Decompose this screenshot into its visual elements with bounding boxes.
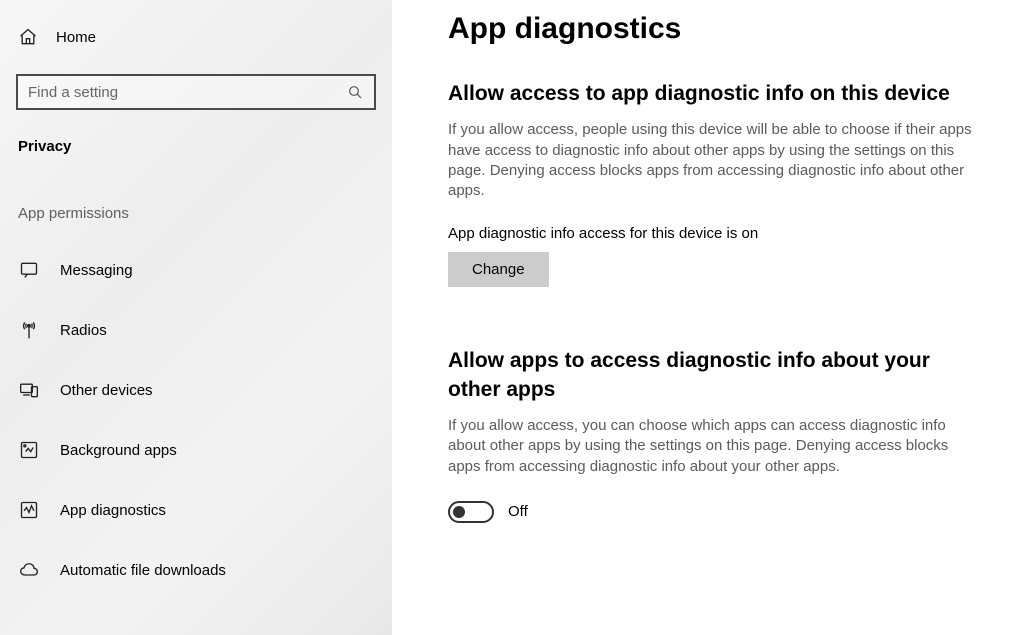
main-content: App diagnostics Allow access to app diag… [392, 0, 1014, 635]
sidebar-item-label: Radios [60, 322, 107, 339]
cloud-download-icon [18, 559, 40, 581]
sidebar-item-label: Automatic file downloads [60, 562, 226, 579]
home-icon [18, 27, 38, 47]
sidebar-item-label: Background apps [60, 442, 177, 459]
background-apps-icon [18, 439, 40, 461]
search-icon [346, 83, 364, 101]
toggle-knob [453, 506, 465, 518]
section1-desc: If you allow access, people using this d… [448, 120, 974, 201]
sidebar-item-other-devices[interactable]: Other devices [0, 360, 392, 420]
sidebar-item-label: App diagnostics [60, 502, 166, 519]
page-title: App diagnostics [448, 12, 974, 46]
toggle-label: Off [508, 503, 528, 520]
settings-category: Privacy [0, 110, 392, 155]
section2-title: Allow apps to access diagnostic info abo… [448, 347, 974, 404]
settings-sidebar: Home Privacy App permissions Messaging [0, 0, 392, 635]
section1-title: Allow access to app diagnostic info on t… [448, 80, 974, 108]
change-button[interactable]: Change [448, 252, 549, 287]
sidebar-section-label: App permissions [0, 205, 392, 222]
sidebar-item-label: Other devices [60, 382, 153, 399]
app-diagnostics-icon [18, 499, 40, 521]
sidebar-item-radios[interactable]: Radios [0, 300, 392, 360]
messaging-icon [18, 259, 40, 281]
section1-status: App diagnostic info access for this devi… [448, 225, 974, 242]
sidebar-item-automatic-file-downloads[interactable]: Automatic file downloads [0, 540, 392, 600]
sidebar-item-background-apps[interactable]: Background apps [0, 420, 392, 480]
allow-apps-toggle[interactable] [448, 501, 494, 523]
search-input[interactable] [28, 84, 346, 101]
radios-icon [18, 319, 40, 341]
home-label: Home [56, 29, 96, 46]
sidebar-item-app-diagnostics[interactable]: App diagnostics [0, 480, 392, 540]
other-devices-icon [18, 379, 40, 401]
sidebar-item-label: Messaging [60, 262, 133, 279]
search-box[interactable] [16, 74, 376, 110]
sidebar-nav-list: Messaging Radios [0, 240, 392, 600]
section2-desc: If you allow access, you can choose whic… [448, 416, 974, 477]
sidebar-item-messaging[interactable]: Messaging [0, 240, 392, 300]
section2-toggle-row: Off [448, 501, 974, 523]
home-link[interactable]: Home [0, 18, 392, 56]
